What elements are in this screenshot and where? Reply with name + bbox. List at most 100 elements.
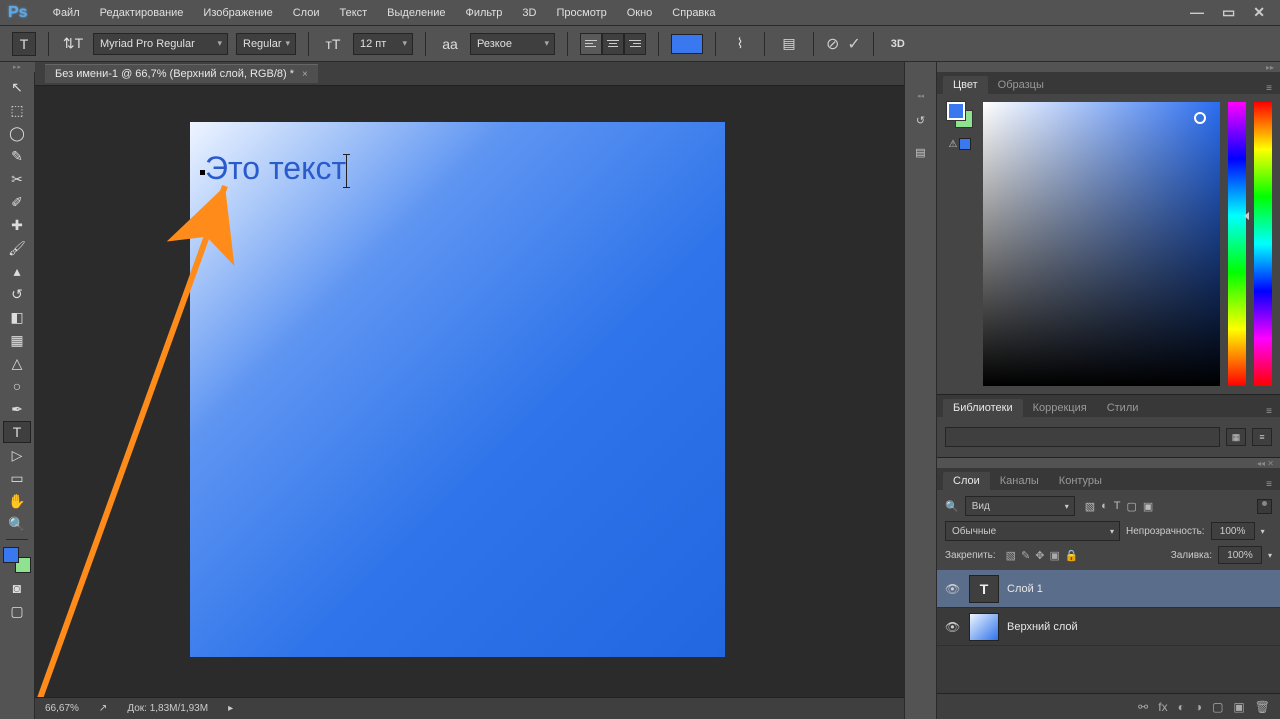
3d-button[interactable]: 3D [886,32,910,56]
link-layers-icon[interactable]: ⚯ [1138,700,1148,714]
delete-layer-icon[interactable]: 🗑 [1255,700,1270,714]
rectangle-tool[interactable]: ▭ [3,467,31,489]
fg-color-swatch[interactable] [3,547,19,563]
menu-layers[interactable]: Слои [283,3,330,23]
quick-mask-tool[interactable]: ◙ [3,577,31,599]
hue-slider[interactable] [1228,102,1246,386]
layer-filter-kind-select[interactable]: Вид [965,496,1075,516]
font-style-select[interactable]: Regular [236,33,296,55]
zoom-tool[interactable]: 🔍 [3,513,31,535]
color-picker-marker[interactable] [1194,112,1206,124]
blend-mode-select[interactable]: Обычные [945,521,1120,541]
window-maximize-button[interactable]: ▭ [1222,4,1235,21]
menu-file[interactable]: Файл [43,3,90,23]
lib-list-view-button[interactable]: ≡ [1252,428,1272,446]
layer-row[interactable]: 👁 T Слой 1 [937,570,1280,608]
layer-name[interactable]: Верхний слой [1007,621,1078,633]
align-left-button[interactable] [580,33,602,55]
crop-tool[interactable]: ✂ [3,168,31,190]
tab-paths[interactable]: Контуры [1049,472,1112,490]
filter-smart-icon[interactable]: ▣ [1143,500,1153,513]
cancel-icon[interactable]: ⊘ [826,34,839,54]
menu-image[interactable]: Изображение [193,3,282,23]
blur-tool[interactable]: △ [3,352,31,374]
dodge-tool[interactable]: ○ [3,375,31,397]
tab-swatches[interactable]: Образцы [988,76,1054,94]
text-color-swatch[interactable] [671,34,703,54]
lock-brush-icon[interactable]: ✎ [1021,549,1030,562]
quick-select-tool[interactable]: ✎ [3,145,31,167]
status-zoom[interactable]: 66,67% [45,703,79,714]
panel-grip[interactable]: ▸▸ [937,62,1280,72]
history-brush-tool[interactable]: ↺ [3,283,31,305]
commit-icon[interactable]: ✓ [847,34,860,54]
filter-adjust-icon[interactable]: ◐ [1101,500,1108,513]
gamut-warning-icon[interactable]: ⚠ [949,139,958,150]
canvas[interactable]: Это текст [190,122,725,657]
layer-thumbnail[interactable]: T [969,575,999,603]
lasso-tool[interactable]: ◯ [3,122,31,144]
screen-mode-tool[interactable]: ▢ [3,600,31,622]
align-center-button[interactable] [602,33,624,55]
history-panel-icon[interactable]: ↺ [909,108,933,132]
filter-type-icon[interactable]: T [1114,500,1121,513]
visibility-icon[interactable]: 👁 [945,620,961,634]
gradient-tool[interactable]: ▦ [3,329,31,351]
toolbox-grip[interactable]: ▸▸ [0,62,35,72]
status-export-icon[interactable]: ↗ [99,703,107,714]
menu-3d[interactable]: 3D [512,3,546,23]
text-orientation-icon[interactable]: ⇅T [61,32,85,56]
panel-menu-icon[interactable]: ≡ [1258,83,1280,94]
antialias-select[interactable]: Резкое [470,33,555,55]
layer-row[interactable]: 👁 Верхний слой [937,608,1280,646]
layer-name[interactable]: Слой 1 [1007,583,1043,595]
tab-adjustments[interactable]: Коррекция [1023,399,1097,417]
layer-thumbnail[interactable] [969,613,999,641]
character-panel-icon[interactable]: ▤ [777,32,801,56]
gamut-color-box[interactable] [959,138,971,150]
tool-preset-icon[interactable]: T [12,32,36,56]
adjustment-layer-icon[interactable]: ◑ [1195,700,1202,714]
fg-bg-colors[interactable] [3,547,31,573]
menu-select[interactable]: Выделение [377,3,455,23]
menu-edit[interactable]: Редактирование [90,3,194,23]
hand-tool[interactable]: ✋ [3,490,31,512]
tab-layers[interactable]: Слои [943,472,990,490]
lock-all-icon[interactable]: 🔒 [1065,549,1079,562]
lock-position-icon[interactable]: ✥ [1035,549,1044,562]
hue-slider-handle[interactable] [1244,212,1249,220]
marquee-tool[interactable]: ⬚ [3,99,31,121]
panel-menu-icon[interactable]: ≡ [1258,479,1280,490]
tab-close-icon[interactable]: × [302,69,308,80]
warp-text-icon[interactable]: ⌇ [728,32,752,56]
brush-tool[interactable]: 🖌 [3,237,31,259]
lib-grid-view-button[interactable]: ▦ [1226,428,1246,446]
library-select[interactable] [945,427,1220,447]
tab-color[interactable]: Цвет [943,76,988,94]
fg-swatch[interactable] [947,102,965,120]
color-field[interactable] [983,102,1220,386]
tab-channels[interactable]: Каналы [990,472,1049,490]
layer-group-icon[interactable]: ▢ [1212,700,1223,714]
font-family-select[interactable]: Myriad Pro Regular [93,33,228,55]
spectrum-strip[interactable] [1254,102,1272,386]
document-tab[interactable]: Без имени-1 @ 66,7% (Верхний слой, RGB/8… [45,64,318,83]
stamp-tool[interactable]: ▴ [3,260,31,282]
fill-value[interactable]: 100% [1218,546,1262,564]
pen-tool[interactable]: ✒ [3,398,31,420]
visibility-icon[interactable]: 👁 [945,582,961,596]
font-size-select[interactable]: 12 пт [353,33,413,55]
window-minimize-button[interactable]: — [1190,4,1204,21]
color-panel-fgbg[interactable] [947,102,973,128]
menu-type[interactable]: Текст [329,3,377,23]
opacity-value[interactable]: 100% [1211,522,1255,540]
filter-toggle[interactable] [1257,499,1272,514]
panel-menu-icon[interactable]: ≡ [1258,406,1280,417]
eyedropper-tool[interactable]: ✐ [3,191,31,213]
menu-view[interactable]: Просмотр [546,3,616,23]
tab-libraries[interactable]: Библиотеки [943,399,1023,417]
window-close-button[interactable]: ✕ [1253,4,1265,21]
eraser-tool[interactable]: ◧ [3,306,31,328]
properties-panel-icon[interactable]: ▤ [909,140,933,164]
lock-artboard-icon[interactable]: ▣ [1050,549,1060,562]
